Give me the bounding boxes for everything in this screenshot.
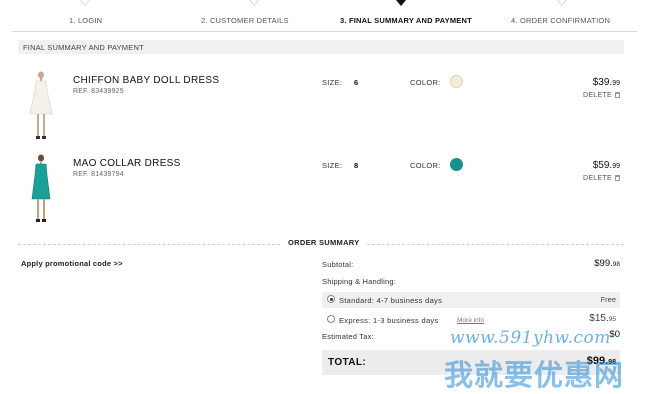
shipping-label: Shipping & Handling: <box>322 277 397 286</box>
color-label: COLOR: <box>410 78 441 87</box>
shipping-option-label: Standard: 4-7 business days <box>339 296 443 305</box>
item-ref: REF. 81439794 <box>73 171 124 178</box>
item-name[interactable]: CHIFFON BABY DOLL DRESS <box>73 75 219 86</box>
radio-button[interactable] <box>327 315 335 323</box>
size-label: SIZE: <box>322 78 343 87</box>
product-image-mao-collar-dress[interactable] <box>28 153 54 225</box>
shipping-option-price: $15.95 <box>589 313 616 324</box>
step-customer-details[interactable]: 2. CUSTOMER DETAILS <box>201 16 289 25</box>
section-header: FINAL SUMMARY AND PAYMENT <box>18 40 624 54</box>
total-row: TOTAL: $99.98 <box>322 350 620 375</box>
shipping-option-label: Express: 1-3 business days <box>339 316 439 325</box>
total-value: $99.98 <box>586 355 616 367</box>
size-value: 6 <box>354 78 359 87</box>
checkout-steps: 1. LOGIN 2. CUSTOMER DETAILS 3. FINAL SU… <box>12 0 637 32</box>
step-marker-icon <box>249 0 259 6</box>
shipping-option-price: Free <box>600 295 616 304</box>
step-login[interactable]: 1. LOGIN <box>69 16 102 25</box>
shipping-option-express[interactable]: Express: 1-3 business days More info $15… <box>322 312 620 328</box>
step-final-summary: 3. FINAL SUMMARY AND PAYMENT <box>340 16 472 25</box>
cart-item: MAO COLLAR DRESS REF. 81439794 SIZE: 8 C… <box>18 153 624 233</box>
item-name[interactable]: MAO COLLAR DRESS <box>73 158 181 169</box>
step-marker-icon <box>80 0 90 6</box>
color-swatch <box>450 75 463 88</box>
tax-label: Estimated Tax: <box>322 332 374 341</box>
step-marker-active-icon <box>396 0 406 6</box>
more-info-link[interactable]: More info <box>457 317 484 324</box>
delete-button[interactable]: DELETE <box>583 92 620 99</box>
delete-button[interactable]: DELETE <box>583 175 620 182</box>
section-title: FINAL SUMMARY AND PAYMENT <box>23 43 144 52</box>
size-label: SIZE: <box>322 161 343 170</box>
step-marker-icon <box>557 0 567 6</box>
size-value: 8 <box>354 161 359 170</box>
step-order-confirmation: 4. ORDER CONFIRMATION <box>511 16 611 25</box>
trash-icon <box>615 92 620 98</box>
item-ref: REF. 83439925 <box>73 88 124 95</box>
subtotal-label: Subtotal: <box>322 260 354 269</box>
watermark-url: www.591yhw.com <box>450 328 611 348</box>
cart-item: CHIFFON BABY DOLL DRESS REF. 83439925 SI… <box>18 70 624 150</box>
trash-icon <box>615 175 620 181</box>
tax-value: $0 <box>609 329 620 340</box>
total-label: TOTAL: <box>328 357 367 368</box>
order-summary-title: ORDER SUMMARY <box>282 238 366 247</box>
color-swatch <box>450 158 463 171</box>
subtotal-value: $99.98 <box>594 258 620 269</box>
item-price: $59.99 <box>592 160 620 171</box>
color-label: COLOR: <box>410 161 441 170</box>
radio-button[interactable] <box>327 295 335 303</box>
product-image-chiffon-dress[interactable] <box>28 70 54 142</box>
apply-promo-code-link[interactable]: Apply promotional code >> <box>21 259 123 268</box>
shipping-option-standard[interactable]: Standard: 4-7 business days Free <box>322 292 620 308</box>
item-price: $39.99 <box>592 77 620 88</box>
